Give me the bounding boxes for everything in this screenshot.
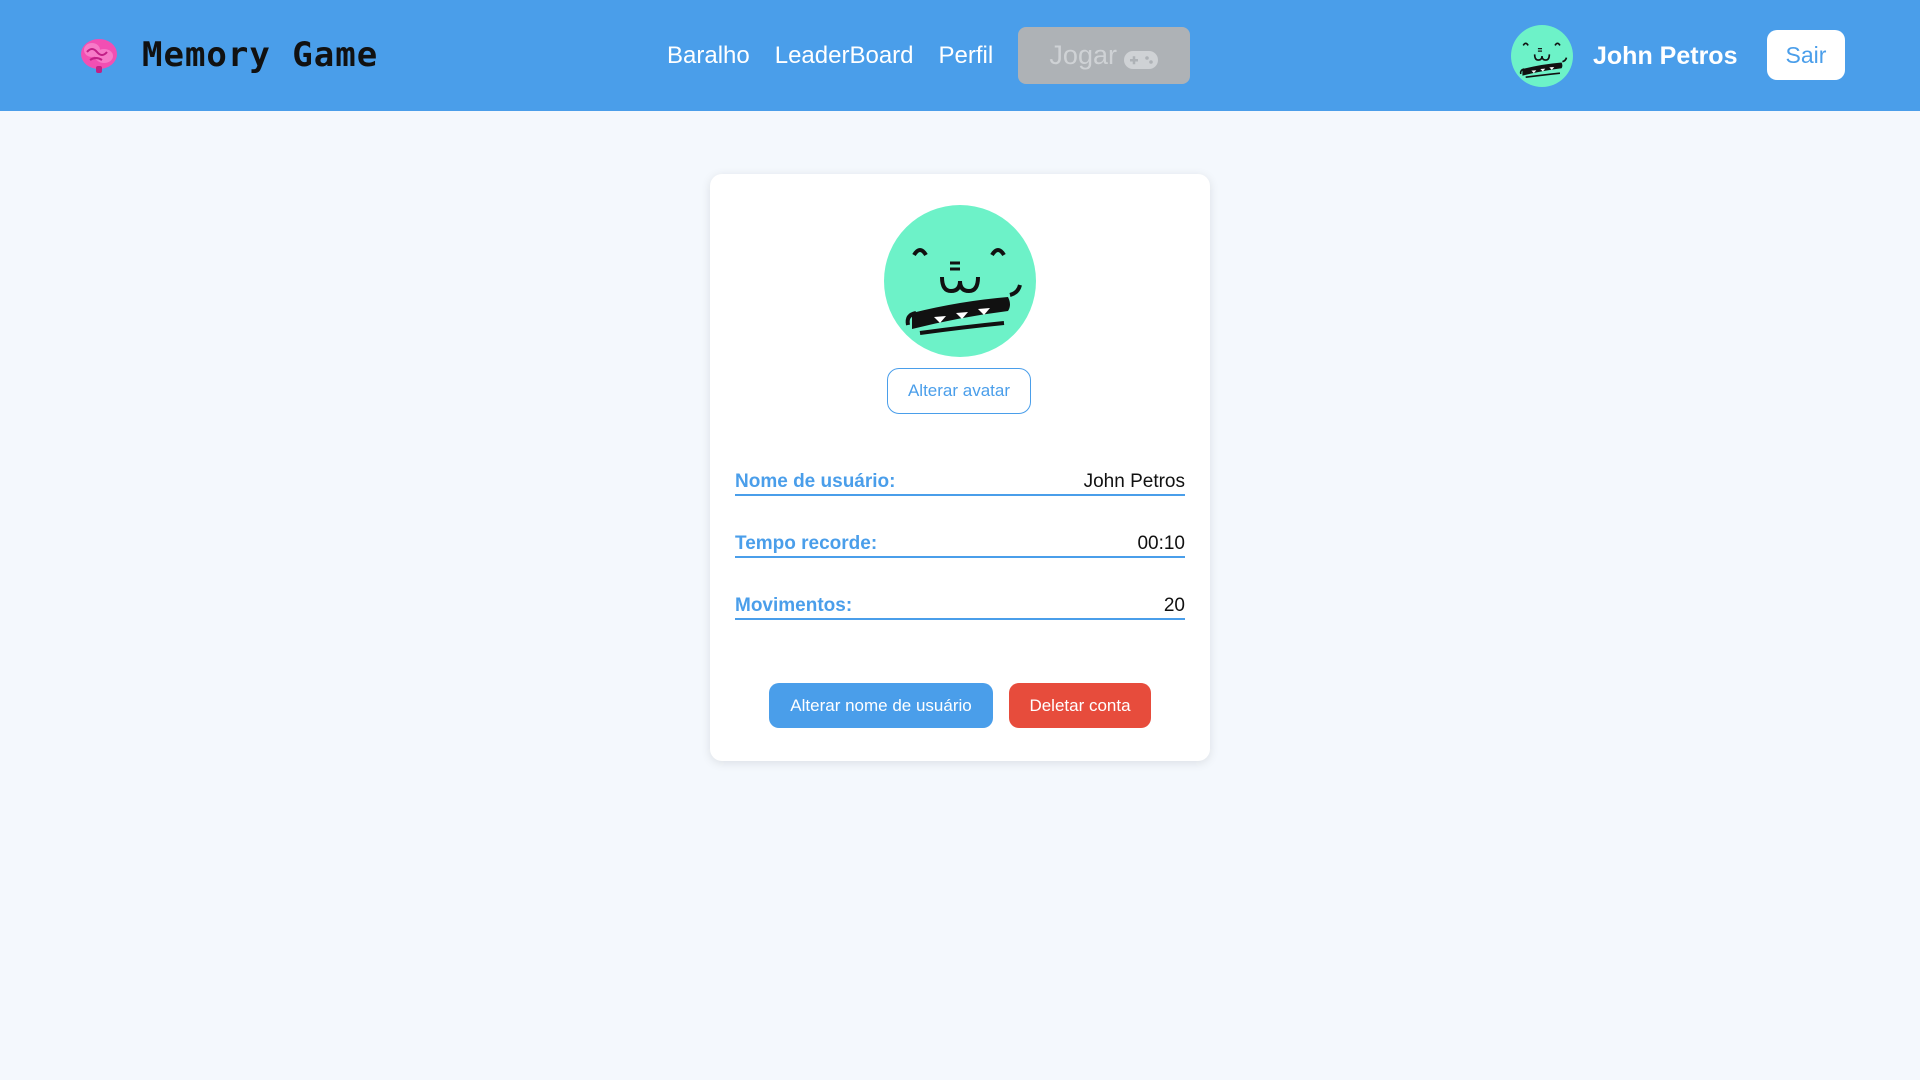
nav-deck-link[interactable]: Baralho <box>667 42 750 70</box>
nav-profile-link[interactable]: Perfil <box>939 42 994 70</box>
user-avatar[interactable] <box>1511 25 1573 87</box>
main-nav: Baralho LeaderBoard Perfil Jogar <box>667 27 1191 84</box>
change-username-button[interactable]: Alterar nome de usuário <box>769 683 993 728</box>
gamepad-icon <box>1123 46 1159 69</box>
delete-account-button[interactable]: Deletar conta <box>1009 683 1151 728</box>
play-button-label: Jogar <box>1049 40 1117 70</box>
moves-label: Movimentos: <box>735 595 853 616</box>
user-name: John Petros <box>1593 41 1738 70</box>
username-row: Nome de usuário: John Petros <box>735 460 1185 496</box>
moves-row: Movimentos: 20 <box>735 584 1185 620</box>
change-avatar-button[interactable]: Alterar avatar <box>887 368 1031 414</box>
brand[interactable]: Memory Game <box>78 34 378 76</box>
user-menu[interactable]: John Petros <box>1511 25 1737 87</box>
play-button[interactable]: Jogar <box>1018 27 1191 84</box>
record-time-value: 00:10 <box>1137 533 1185 554</box>
app-title: Memory Game <box>142 35 379 75</box>
moves-value: 20 <box>1163 595 1185 616</box>
logout-button[interactable]: Sair <box>1767 30 1845 80</box>
profile-card: Alterar avatar Nome de usuário: John Pet… <box>710 174 1210 761</box>
record-time-row: Tempo recorde: 00:10 <box>735 522 1185 558</box>
username-value: John Petros <box>1083 471 1185 492</box>
brain-icon <box>78 34 120 76</box>
username-label: Nome de usuário: <box>735 471 896 492</box>
profile-avatar <box>884 205 1036 357</box>
record-time-label: Tempo recorde: <box>735 533 878 554</box>
top-navbar: Memory Game Baralho LeaderBoard Perfil J… <box>0 0 1920 111</box>
nav-leaderboard-link[interactable]: LeaderBoard <box>775 42 914 70</box>
